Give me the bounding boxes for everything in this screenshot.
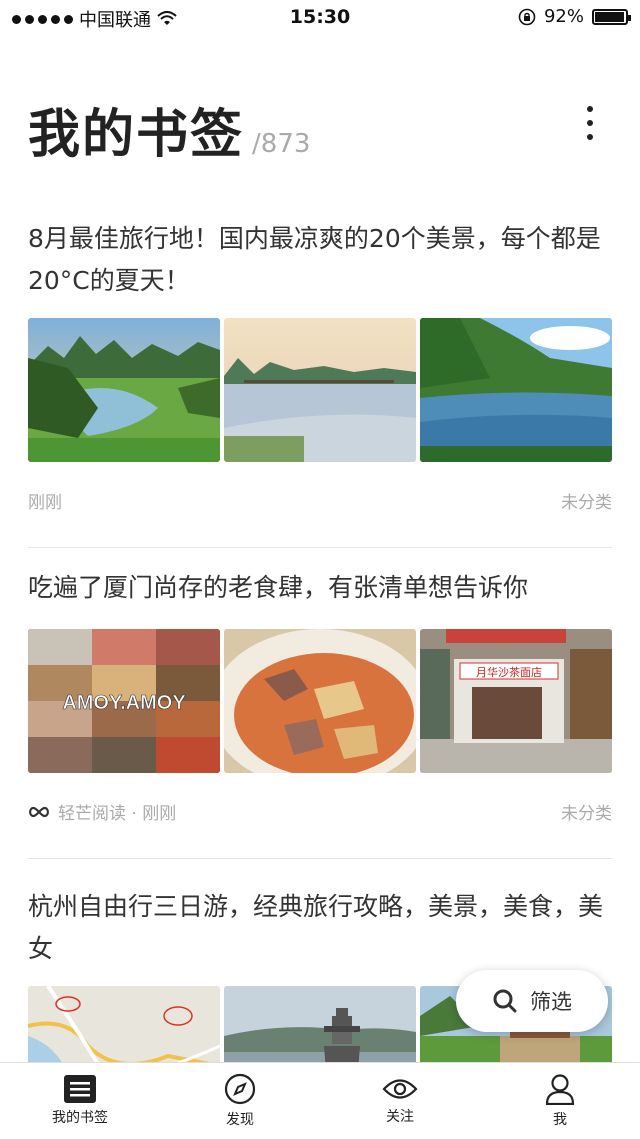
river-image [420, 318, 612, 462]
more-options-icon[interactable] [584, 106, 596, 140]
bookmark-count: /873 [252, 129, 311, 159]
card-time: 刚刚 [28, 493, 62, 513]
filter-label: 筛选 [530, 990, 572, 1014]
card-category[interactable]: 未分类 [561, 488, 612, 513]
rotation-lock-icon [518, 8, 536, 25]
shop-front-image: 月华沙茶面店 [420, 629, 612, 773]
card-images [28, 318, 612, 462]
tab-bookmarks[interactable]: 我的书签 [0, 1063, 160, 1139]
food-collage-image: AMOY.AMOY [28, 629, 220, 773]
tab-label: 我 [553, 1112, 567, 1128]
person-icon [545, 1074, 575, 1105]
tab-label: 发现 [226, 1112, 254, 1128]
infinity-icon [29, 806, 49, 817]
battery-percent: 92% [543, 6, 584, 27]
lake-image [224, 318, 416, 462]
divider [28, 547, 612, 548]
card-title[interactable]: 吃遍了厦门尚存的老食肆，有张清单想告诉你 [28, 567, 612, 609]
page-title: 我的书签 [28, 105, 245, 165]
landscape-image [28, 318, 220, 462]
tab-me[interactable]: 我 [480, 1063, 640, 1139]
shop-sign-text: 月华沙茶面店 [476, 665, 542, 679]
card-title[interactable]: 8月最佳旅行地！国内最凉爽的20个美景，每个都是20°C的夏天！ [28, 218, 612, 302]
battery-icon [592, 8, 631, 25]
card-source: 轻芒阅读 · 刚刚 [58, 804, 177, 824]
status-bar: 中国联通 15:30 92% [0, 0, 640, 40]
bookmark-card[interactable]: 吃遍了厦门尚存的老食肆，有张清单想告诉你 AMOY.AMOY 月华沙茶面店 轻芒… [28, 567, 612, 859]
card-title[interactable]: 杭州自由行三日游，经典旅行攻略，美景，美食，美女 [28, 886, 612, 970]
compass-icon [224, 1073, 256, 1105]
card-meta: 轻芒阅读 · 刚刚 未分类 [28, 799, 612, 824]
page-header: 我的书签/873 [28, 92, 612, 165]
curry-dish-image [224, 629, 416, 773]
card-images: AMOY.AMOY 月华沙茶面店 [28, 629, 612, 773]
card-category[interactable]: 未分类 [561, 799, 612, 824]
search-icon [493, 989, 517, 1013]
divider [28, 858, 612, 859]
status-right: 92% [518, 6, 631, 27]
tab-label: 我的书签 [52, 1110, 108, 1126]
tab-following[interactable]: 关注 [320, 1063, 480, 1139]
tab-bar: 我的书签 发现 关注 我 [0, 1062, 640, 1139]
tab-discover[interactable]: 发现 [160, 1063, 320, 1139]
bookmarks-icon [64, 1075, 96, 1103]
bookmark-card[interactable]: 8月最佳旅行地！国内最凉爽的20个美景，每个都是20°C的夏天！ 刚刚 未分类 [28, 218, 612, 548]
eye-icon [382, 1079, 418, 1099]
filter-button[interactable]: 筛选 [456, 970, 608, 1032]
watermark-text: AMOY.AMOY [62, 692, 186, 714]
tab-label: 关注 [386, 1109, 414, 1125]
card-meta: 刚刚 未分类 [28, 488, 612, 513]
